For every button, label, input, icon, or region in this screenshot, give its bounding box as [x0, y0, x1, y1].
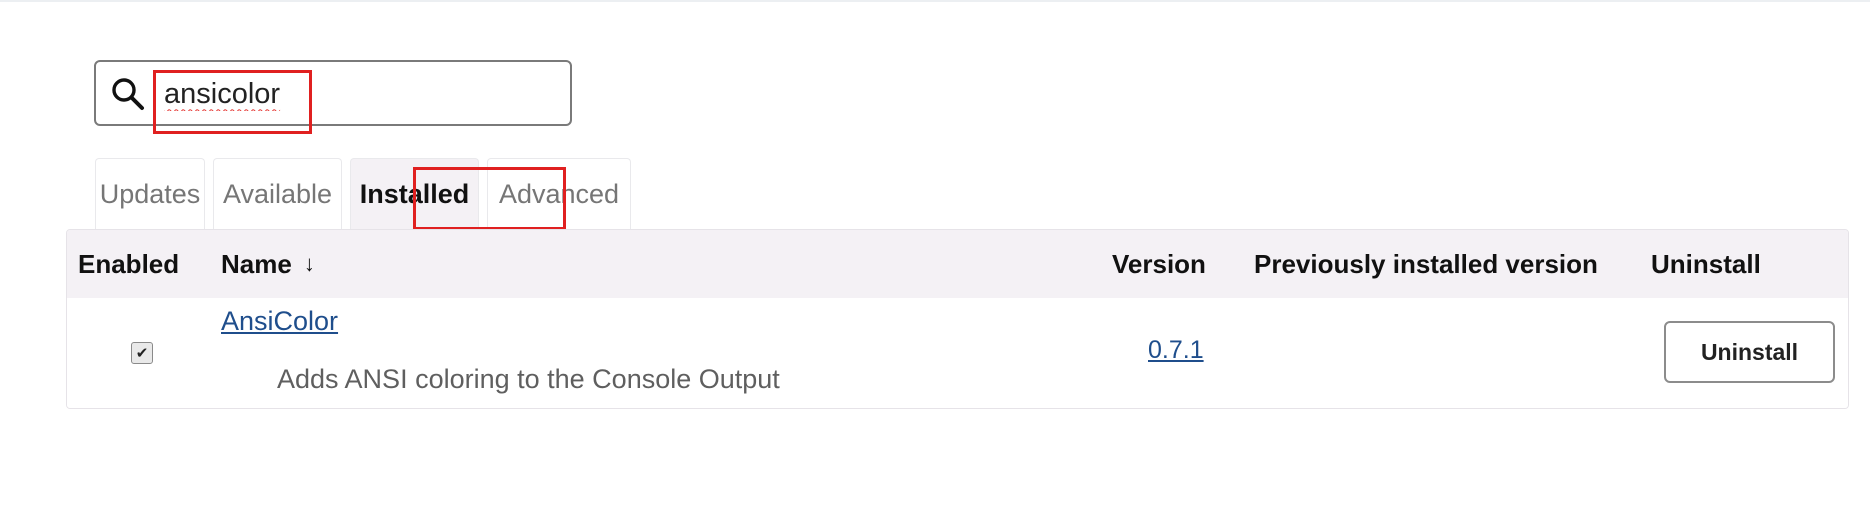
- header-name[interactable]: Name ↓: [221, 230, 315, 298]
- top-divider: [0, 0, 1870, 2]
- plugins-table: Enabled Name ↓ Version Previously instal…: [66, 229, 1849, 409]
- table-header: Enabled Name ↓ Version Previously instal…: [67, 230, 1848, 298]
- header-enabled[interactable]: Enabled: [78, 230, 179, 298]
- check-icon: ✔: [135, 344, 149, 362]
- uninstall-button[interactable]: Uninstall: [1664, 321, 1835, 383]
- tab-advanced[interactable]: Advanced: [487, 158, 631, 230]
- header-name-label: Name: [221, 248, 292, 279]
- tab-available[interactable]: Available: [213, 158, 342, 230]
- header-previous-version[interactable]: Previously installed version: [1254, 230, 1598, 298]
- header-version[interactable]: Version: [1112, 230, 1206, 298]
- tab-updates[interactable]: Updates: [95, 158, 205, 230]
- search-input[interactable]: [164, 72, 554, 116]
- search-icon: [112, 78, 144, 110]
- enabled-checkbox[interactable]: ✔: [131, 342, 153, 364]
- sort-down-icon: ↓: [303, 251, 315, 276]
- header-uninstall: Uninstall: [1651, 248, 1761, 279]
- plugin-version-link[interactable]: 0.7.1: [1148, 336, 1204, 365]
- plugin-description: Adds ANSI coloring to the Console Output: [277, 364, 780, 394]
- plugin-name-link[interactable]: AnsiColor: [221, 306, 338, 337]
- tab-installed[interactable]: Installed: [350, 158, 479, 230]
- table-row: ✔ AnsiColor Adds ANSI coloring to the Co…: [67, 298, 1848, 408]
- search-box[interactable]: [94, 60, 572, 126]
